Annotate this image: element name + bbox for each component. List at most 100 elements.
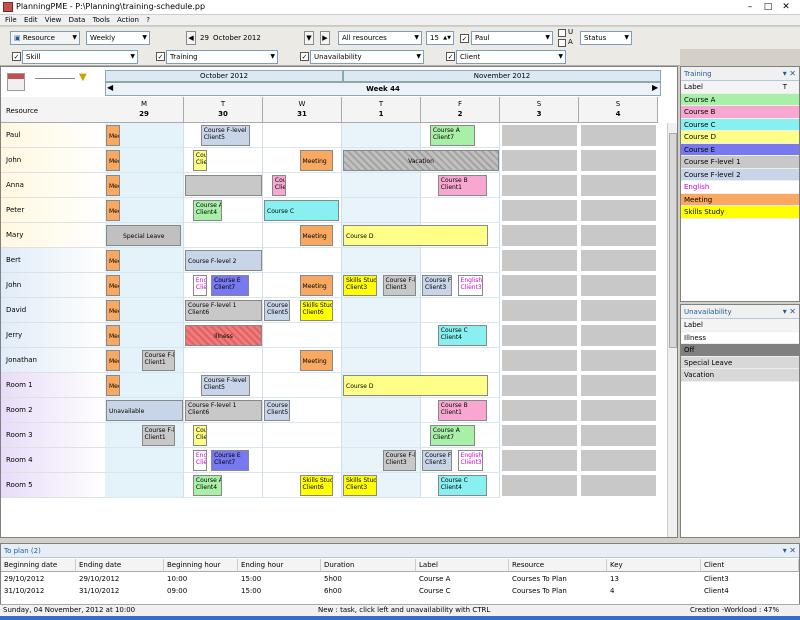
schedule-event[interactable]: Meet [106, 275, 120, 296]
user-select[interactable]: Paul ▼ [471, 31, 553, 45]
count-stepper[interactable]: 15 ▲▼ [426, 31, 454, 45]
to-plan-cell[interactable]: 13 [607, 573, 701, 585]
to-plan-cell[interactable]: 29/10/2012 [1, 573, 76, 585]
schedule-cell[interactable] [579, 473, 658, 498]
unavailability-checkbox[interactable]: ✓ [300, 52, 309, 61]
schedule-event[interactable]: Course C Client4 [437, 325, 488, 346]
to-plan-cell[interactable]: 31/10/2012 [1, 585, 76, 597]
schedule-event[interactable]: Illness [185, 325, 262, 346]
menu-view[interactable]: View [45, 15, 62, 26]
schedule-cell[interactable] [500, 423, 579, 448]
training-item[interactable]: Course D [681, 131, 799, 144]
schedule-cell[interactable] [500, 398, 579, 423]
training-item[interactable]: Course C [681, 118, 799, 131]
schedule-event[interactable]: Course F-Client5 [264, 300, 290, 321]
schedule-cell[interactable] [579, 248, 658, 273]
schedule-event[interactable]: Meeting [299, 225, 334, 246]
schedule-event[interactable]: Course F-levClient3 [382, 275, 417, 296]
schedule-cell[interactable] [579, 348, 658, 373]
vertical-scrollbar[interactable] [667, 123, 677, 537]
schedule-cell[interactable] [500, 348, 579, 373]
schedule-cell[interactable] [500, 248, 579, 273]
skill-checkbox[interactable]: ✓ [12, 52, 21, 61]
schedule-event[interactable]: EnglClien [192, 450, 207, 471]
schedule-cell[interactable] [500, 123, 579, 148]
training-item[interactable]: Course B [681, 106, 799, 119]
schedule-event[interactable] [185, 175, 262, 196]
schedule-event[interactable]: Course F-Client5 [264, 400, 290, 421]
schedule-cell[interactable] [342, 123, 421, 148]
schedule-event[interactable]: Course F-le Client1 [141, 425, 176, 446]
to-plan-cell[interactable]: 29/10/2012 [76, 573, 164, 585]
to-plan-cell[interactable]: Client4 [701, 585, 799, 597]
training-item[interactable]: Course F-level 1 [681, 156, 799, 169]
menu-action[interactable]: Action [117, 15, 139, 26]
resource-row-label[interactable]: Paul [1, 123, 105, 148]
schedule-cell[interactable] [342, 423, 421, 448]
view-mode-select[interactable]: Weekly ▼ [86, 31, 150, 45]
resource-row-label[interactable]: Peter [1, 198, 105, 223]
training-item[interactable]: Course A [681, 93, 799, 106]
schedule-event[interactable]: CourClien [271, 175, 286, 196]
to-plan-column-header[interactable]: Key [607, 559, 701, 572]
schedule-event[interactable]: Meet [106, 200, 120, 221]
schedule-event[interactable]: English Client3 [457, 450, 484, 471]
schedule-cell[interactable] [500, 373, 579, 398]
resource-row-label[interactable]: John [1, 273, 105, 298]
schedule-cell[interactable] [263, 248, 342, 273]
schedule-event[interactable]: Course F-le Client1 [141, 350, 176, 371]
filter-icon[interactable]: ▼ [79, 72, 87, 83]
unavailability-item[interactable]: Illness [681, 331, 799, 344]
panel-close-icon[interactable]: ▾ ✕ [783, 544, 796, 558]
a-checkbox[interactable] [558, 39, 566, 47]
schedule-cell[interactable] [579, 223, 658, 248]
menu-data[interactable]: Data [69, 15, 86, 26]
schedule-cell[interactable] [579, 423, 658, 448]
schedule-event[interactable]: CourClien [192, 425, 207, 446]
schedule-cell[interactable] [342, 298, 421, 323]
panel-close-icon[interactable]: ▾ ✕ [783, 67, 796, 81]
schedule-event[interactable]: English Client3 [457, 275, 484, 296]
date-year[interactable]: 2012 [243, 34, 261, 42]
resource-row-label[interactable]: Room 4 [1, 448, 105, 473]
schedule-cell[interactable] [263, 123, 342, 148]
resource-row-label[interactable]: Bert [1, 248, 105, 273]
schedule-cell[interactable] [184, 348, 263, 373]
schedule-cell[interactable] [579, 173, 658, 198]
schedule-cell[interactable] [342, 248, 421, 273]
to-plan-column-header[interactable]: Label [416, 559, 509, 572]
schedule-cell[interactable] [579, 148, 658, 173]
schedule-event[interactable]: Meet [106, 175, 120, 196]
resource-row-label[interactable]: Jerry [1, 323, 105, 348]
resource-row-label[interactable]: Room 3 [1, 423, 105, 448]
schedule-event[interactable]: Course B Client1 [437, 400, 488, 421]
menu-edit[interactable]: Edit [24, 15, 38, 26]
close-icon[interactable]: ✕ [778, 1, 794, 13]
schedule-cell[interactable] [579, 198, 658, 223]
unavailability-item[interactable]: Off [681, 344, 799, 357]
schedule-event[interactable]: Course D [343, 375, 488, 396]
training-select[interactable]: Training ▼ [166, 50, 278, 64]
schedule-event[interactable]: Course A Client7 [429, 425, 476, 446]
schedule-event[interactable]: Meet [106, 300, 120, 321]
schedule-event[interactable]: Course A Client4 [192, 200, 223, 221]
schedule-event[interactable]: Unavailable [106, 400, 183, 421]
schedule-event[interactable]: Course F-level 2 [185, 250, 262, 271]
prev-week-icon[interactable]: ◀ [107, 83, 113, 92]
skill-select[interactable]: Skill ▼ [22, 50, 138, 64]
schedule-cell[interactable] [579, 323, 658, 348]
schedule-cell[interactable] [342, 398, 421, 423]
schedule-event[interactable]: Course F-levClient3 [382, 450, 417, 471]
maximize-icon[interactable]: □ [760, 1, 776, 13]
resource-row-label[interactable]: Anna [1, 173, 105, 198]
schedule-event[interactable]: Meet [106, 350, 120, 371]
schedule-cell[interactable] [421, 198, 500, 223]
calendar-dropdown-button[interactable]: ▼ [304, 31, 314, 45]
schedule-event[interactable]: Course A Client7 [429, 125, 476, 146]
schedule-cell[interactable] [263, 323, 342, 348]
to-plan-cell[interactable]: 6h00 [321, 585, 416, 597]
schedule-cell[interactable] [421, 248, 500, 273]
schedule-event[interactable]: Course F-lClient3 [422, 275, 452, 296]
training-item[interactable]: Meeting [681, 193, 799, 206]
schedule-event[interactable]: Meet [106, 250, 120, 271]
